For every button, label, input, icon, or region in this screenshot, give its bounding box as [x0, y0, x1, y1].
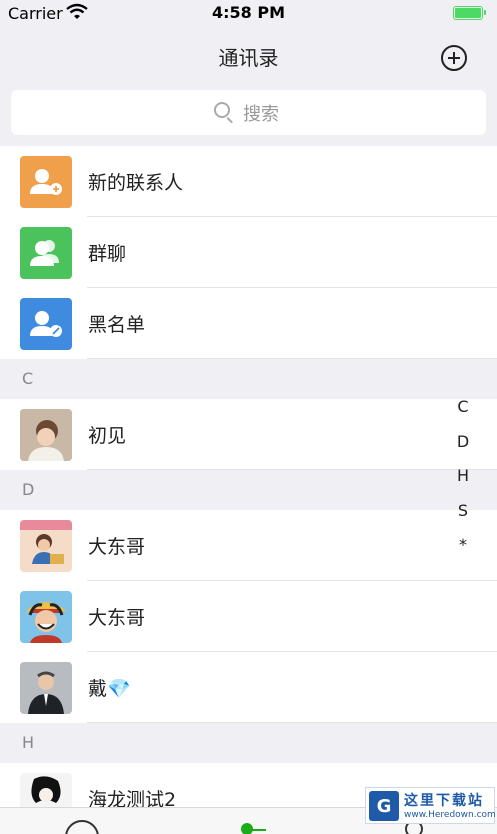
section-header-d: D [0, 470, 497, 510]
section-header-h: H [0, 723, 497, 763]
index-letter[interactable]: S [453, 501, 473, 536]
contact-name: 初见 [88, 425, 127, 447]
avatar [20, 520, 72, 572]
index-letter[interactable]: * [453, 535, 473, 570]
blacklist-row[interactable]: 黑名单 [0, 288, 497, 359]
search-input[interactable]: 搜索 [11, 90, 486, 135]
watermark-url: www.Heredown.com [404, 810, 496, 820]
index-letter[interactable]: D [453, 432, 473, 467]
contact-row[interactable]: 初见 [0, 399, 497, 470]
contact-name: 大东哥 [88, 536, 146, 558]
contacts-icon[interactable] [240, 823, 266, 834]
avatar [20, 662, 72, 714]
contact-row[interactable]: 大东哥 [0, 510, 497, 581]
chat-icon[interactable] [65, 820, 99, 834]
group-chat-icon [20, 227, 72, 279]
avatar [20, 591, 72, 643]
blacklist-icon [20, 298, 72, 350]
add-contact-button[interactable] [441, 45, 467, 71]
row-label: 黑名单 [88, 314, 146, 336]
watermark-logo-icon: G [369, 791, 399, 821]
contacts-list: 新的联系人 群聊 黑名单 C 初见 D 大东哥 大东哥 戴💎 H 海龙测试2 [0, 146, 497, 834]
watermark-title: 这里下载站 [404, 793, 484, 809]
page-title: 通讯录 [218, 46, 279, 70]
status-bar: Carrier 4:58 PM [0, 0, 497, 28]
search-icon [214, 102, 230, 118]
index-letter[interactable]: H [453, 466, 473, 501]
section-letter: H [22, 733, 35, 752]
new-contacts-row[interactable]: 新的联系人 [0, 146, 497, 217]
watermark-logo: G 这里下载站 www.Heredown.com [365, 787, 496, 824]
section-letter: D [22, 480, 35, 499]
contact-row[interactable]: 戴💎 [0, 652, 497, 723]
search-placeholder: 搜索 [243, 104, 279, 125]
section-index-bar[interactable]: C D H S * [453, 397, 473, 570]
navigation-bar: 通讯录 [0, 28, 497, 86]
status-time: 4:58 PM [211, 3, 285, 22]
contact-row[interactable]: 大东哥 [0, 581, 497, 652]
index-letter[interactable]: C [453, 397, 473, 432]
row-label: 新的联系人 [88, 172, 184, 194]
contact-name: 大东哥 [88, 607, 146, 629]
section-letter: C [22, 369, 34, 388]
contact-name: 戴💎 [88, 678, 131, 700]
new-contact-icon [20, 156, 72, 208]
avatar [20, 409, 72, 461]
battery-icon [453, 6, 486, 20]
group-chat-row[interactable]: 群聊 [0, 217, 497, 288]
section-header-c: C [0, 359, 497, 399]
row-label: 群聊 [88, 243, 127, 265]
